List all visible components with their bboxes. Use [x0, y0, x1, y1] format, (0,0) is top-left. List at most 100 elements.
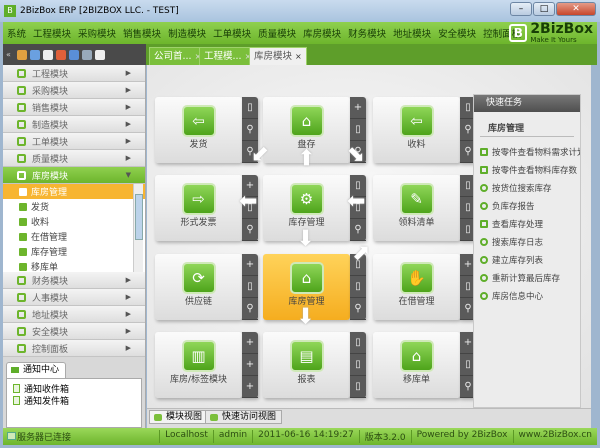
tab-module-view[interactable]: 模块视图	[149, 410, 209, 424]
module-tile[interactable]: ▥ 库房/标签模块 + + +	[155, 332, 260, 398]
chevron-down-icon: ▼	[125, 171, 131, 179]
tab-warehouse[interactable]: 库房模块 ×	[249, 47, 307, 65]
quick-task-link[interactable]: 库房信息中心	[474, 287, 580, 305]
sidebar-module[interactable]: 制造模块 ▶	[3, 116, 145, 133]
menu-engineering[interactable]: 工程模块	[33, 26, 71, 40]
tab-quick-access-view[interactable]: 快速访问视图	[205, 410, 283, 424]
document-icon[interactable]: ▯	[242, 97, 258, 119]
mail-icon[interactable]	[30, 49, 40, 60]
chart-icon[interactable]	[56, 49, 66, 60]
menu-address[interactable]: 地址模块	[393, 26, 431, 40]
menu-security[interactable]: 安全模块	[438, 26, 476, 40]
add-icon[interactable]: +	[242, 254, 258, 276]
tile-face[interactable]: ✋ 在借管理	[373, 254, 460, 320]
menu-finance[interactable]: 财务模块	[348, 26, 386, 40]
collapse-icon[interactable]: «	[6, 50, 14, 60]
menu-warehouse[interactable]: 库房模块	[303, 26, 341, 40]
scrollbar[interactable]	[133, 184, 143, 272]
menu-purchasing[interactable]: 采购模块	[78, 26, 116, 40]
copy-icon[interactable]	[82, 49, 92, 60]
document-icon[interactable]: ▯	[350, 276, 366, 298]
sidebar-module[interactable]: 销售模块 ▶	[3, 99, 145, 116]
tile-face[interactable]: ⌂ 移库单	[373, 332, 460, 398]
add-icon[interactable]: +	[242, 332, 258, 354]
module-tile[interactable]: ✎ 领料清单 ▯ ▯ ▯	[373, 175, 478, 241]
document-icon[interactable]: ▯	[242, 276, 258, 298]
add-icon[interactable]: +	[350, 97, 366, 119]
tile-face[interactable]: ▥ 库房/标签模块	[155, 332, 242, 398]
users-icon[interactable]	[17, 49, 27, 60]
notification-outbox[interactable]: 通知发件箱	[13, 394, 135, 407]
title-bar: B 2BizBox ERP [2BIZBOX LLC. - TEST] – □ …	[0, 0, 600, 22]
module-label: 地址模块	[32, 310, 69, 321]
sidebar-sub-item[interactable]: 库存管理	[3, 244, 145, 259]
search-icon[interactable]: ⚲	[242, 119, 258, 141]
quick-task-link[interactable]: 搜索库存日志	[474, 233, 580, 251]
sidebar-module[interactable]: 工单模块 ▶	[3, 133, 145, 150]
quick-task-link[interactable]: 重新计算最后库存	[474, 269, 580, 287]
sidebar-module[interactable]: 财务模块 ▶	[3, 272, 145, 289]
sidebar-module[interactable]: 安全模块 ▶	[3, 323, 145, 340]
sidebar-sub-item[interactable]: 库房管理	[3, 184, 145, 199]
sidebar-module[interactable]: 采购模块 ▶	[3, 82, 145, 99]
tab-company-home[interactable]: 公司首... ×	[149, 47, 207, 65]
sidebar-sub-item[interactable]: 收料	[3, 214, 145, 229]
add-icon[interactable]: +	[242, 354, 258, 376]
menu-manufacturing[interactable]: 制造模块	[168, 26, 206, 40]
tile-face[interactable]: ⟳ 供应链	[155, 254, 242, 320]
sidebar-module[interactable]: 控制面板 ▶	[3, 340, 145, 357]
file-icon	[13, 395, 20, 405]
sidebar-module[interactable]: 人事模块 ▶	[3, 289, 145, 306]
website[interactable]: www.2BizBox.cn	[512, 430, 598, 443]
tile-face[interactable]: ▤ 报表	[263, 332, 350, 398]
sidebar-module[interactable]: 质量模块 ▶	[3, 150, 145, 167]
tab-engineering[interactable]: 工程模... ×	[199, 47, 257, 65]
tile-face[interactable]: ✎ 领料清单	[373, 175, 460, 241]
search-icon[interactable]: ⚲	[242, 298, 258, 320]
module-tile[interactable]: ✋ 在借管理 + ▯ ⚲	[373, 254, 478, 320]
notification-tab[interactable]: 通知中心	[6, 362, 66, 378]
menu-system[interactable]: 系统	[7, 26, 26, 40]
quick-task-link[interactable]: 按零件查看物料库存数	[474, 161, 580, 179]
close-tab-icon[interactable]: ×	[295, 52, 302, 61]
module-label: 控制面板	[32, 344, 69, 355]
search-icon[interactable]: ⚲	[350, 298, 366, 320]
sidebar-sub-item[interactable]: 移库单	[3, 259, 145, 272]
menu-sales[interactable]: 销售模块	[123, 26, 161, 40]
quick-task-link[interactable]: 建立库存列表	[474, 251, 580, 269]
arrow-icon: ⬅	[347, 189, 366, 214]
module-tile[interactable]: ⟳ 供应链 + ▯ ⚲	[155, 254, 260, 320]
notification-inbox[interactable]: 通知收件箱	[13, 382, 135, 395]
sidebar-module[interactable]: 地址模块 ▶	[3, 306, 145, 323]
document-icon[interactable]: ▯	[350, 354, 366, 376]
sidebar-module[interactable]: 工程模块 ▶	[3, 65, 145, 82]
home-icon[interactable]	[95, 49, 105, 60]
tile-face[interactable]: ⇦ 发货	[155, 97, 242, 163]
quick-task-link[interactable]: 按零件查看物料需求计划	[474, 143, 580, 161]
document-icon[interactable]: ▯	[350, 332, 366, 354]
menu-work-order[interactable]: 工单模块	[213, 26, 251, 40]
sidebar-sub-item[interactable]: 在借管理	[3, 229, 145, 244]
quick-task-link[interactable]: 查看库存处理	[474, 215, 580, 233]
add-icon[interactable]: +	[242, 376, 258, 398]
tile-face[interactable]: ⇨ 形式发票	[155, 175, 242, 241]
quick-task-link[interactable]: 按货位搜索库存	[474, 179, 580, 197]
user: admin	[212, 430, 252, 443]
maximize-button[interactable]: □	[533, 2, 555, 16]
tile-face[interactable]: ⇦ 收料	[373, 97, 460, 163]
module-tile[interactable]: ⇦ 收料 ▯ ⚲ ⚲	[373, 97, 478, 163]
module-tile[interactable]: ⌂ 移库单 + ▯ ⚲	[373, 332, 478, 398]
menu-quality[interactable]: 质量模块	[258, 26, 296, 40]
search-icon[interactable]: ⚲	[242, 219, 258, 241]
close-button[interactable]: ✕	[556, 2, 596, 16]
module-tile[interactable]: ⇦ 发货 ▯ ⚲ ⚲	[155, 97, 260, 163]
document-icon[interactable]	[43, 49, 53, 60]
module-tile[interactable]: ▤ 报表 ▯ ▯ ▯	[263, 332, 368, 398]
document-icon[interactable]: ▯	[350, 376, 366, 398]
scrollbar-thumb[interactable]	[135, 194, 143, 240]
minimize-button[interactable]: –	[510, 2, 532, 16]
sidebar-module-warehouse[interactable]: 库房模块 ▼	[3, 167, 145, 184]
sidebar-sub-item[interactable]: 发货	[3, 199, 145, 214]
window-icon[interactable]	[69, 49, 79, 60]
quick-task-link[interactable]: 负库存报告	[474, 197, 580, 215]
